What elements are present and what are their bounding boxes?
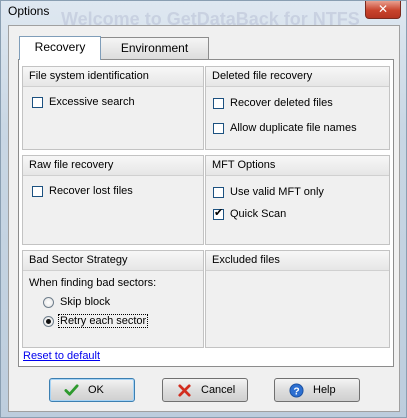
group-header: Excluded files <box>206 251 389 271</box>
recover-deleted-files-checkbox[interactable] <box>213 98 224 109</box>
group-header: Deleted file recovery <box>206 67 389 87</box>
group-mft-options: MFT Options Use valid MFT only ✔ Quick S… <box>205 155 390 245</box>
skip-block-radio[interactable] <box>43 297 54 308</box>
radio-selected-dot <box>46 319 51 324</box>
help-question-icon: ? <box>289 383 304 398</box>
retry-each-sector-label[interactable]: Retry each sector <box>58 314 149 328</box>
bad-sector-prompt: When finding bad sectors: <box>29 277 157 289</box>
group-excluded-files: Excluded files <box>205 250 390 348</box>
use-valid-mft-checkbox[interactable] <box>213 187 224 198</box>
cancel-button-label: Cancel <box>201 384 236 396</box>
recover-lost-files-checkbox[interactable] <box>32 186 43 197</box>
group-title: MFT Options <box>212 159 276 171</box>
group-header: Raw file recovery <box>23 156 203 176</box>
group-header: File system identification <box>23 67 203 87</box>
ok-button[interactable]: OK <box>49 378 135 402</box>
dialog-client-area: Recovery Environment File system identif… <box>8 25 400 412</box>
skip-block-label[interactable]: Skip block <box>60 296 110 308</box>
options-dialog: Welcome to GetDataBack for NTFS Options … <box>0 0 407 418</box>
close-button[interactable]: ✕ <box>365 1 401 19</box>
ok-button-label: OK <box>88 384 104 396</box>
group-file-system-identification: File system identification Excessive sea… <box>22 66 204 150</box>
quick-scan-label[interactable]: Quick Scan <box>230 208 286 220</box>
group-title: Deleted file recovery <box>212 70 313 82</box>
help-button[interactable]: ? Help <box>274 378 360 402</box>
svg-text:?: ? <box>293 386 299 397</box>
allow-duplicate-names-label[interactable]: Allow duplicate file names <box>230 122 357 134</box>
help-button-label: Help <box>313 384 336 396</box>
excessive-search-label[interactable]: Excessive search <box>49 96 135 108</box>
group-header: MFT Options <box>206 156 389 176</box>
group-header: Bad Sector Strategy <box>23 251 203 271</box>
group-deleted-file-recovery: Deleted file recovery Recover deleted fi… <box>205 66 390 150</box>
retry-each-sector-radio[interactable] <box>43 316 54 327</box>
cancel-x-icon <box>178 384 191 397</box>
group-title: Bad Sector Strategy <box>29 254 128 266</box>
group-title: Raw file recovery <box>29 159 114 171</box>
recovery-tab-panel: File system identification Excessive sea… <box>18 59 394 367</box>
quick-scan-checkbox[interactable]: ✔ <box>213 207 224 220</box>
dialog-title: Options <box>8 4 50 18</box>
cancel-button[interactable]: Cancel <box>162 378 248 402</box>
recover-lost-files-label[interactable]: Recover lost files <box>49 185 133 197</box>
group-raw-file-recovery: Raw file recovery Recover lost files <box>22 155 204 245</box>
checkmark-icon: ✔ <box>214 207 224 219</box>
group-title: Excluded files <box>212 254 280 266</box>
excessive-search-checkbox[interactable] <box>32 97 43 108</box>
reset-to-default-link[interactable]: Reset to default <box>23 350 100 362</box>
group-title: File system identification <box>29 70 149 82</box>
recover-deleted-files-label[interactable]: Recover deleted files <box>230 97 333 109</box>
checkmark-icon <box>64 384 79 396</box>
tab-recovery[interactable]: Recovery <box>19 36 101 60</box>
tab-environment[interactable]: Environment <box>100 37 209 59</box>
use-valid-mft-label[interactable]: Use valid MFT only <box>230 186 324 198</box>
allow-duplicate-names-checkbox[interactable] <box>213 123 224 134</box>
group-bad-sector-strategy: Bad Sector Strategy When finding bad sec… <box>22 250 204 348</box>
